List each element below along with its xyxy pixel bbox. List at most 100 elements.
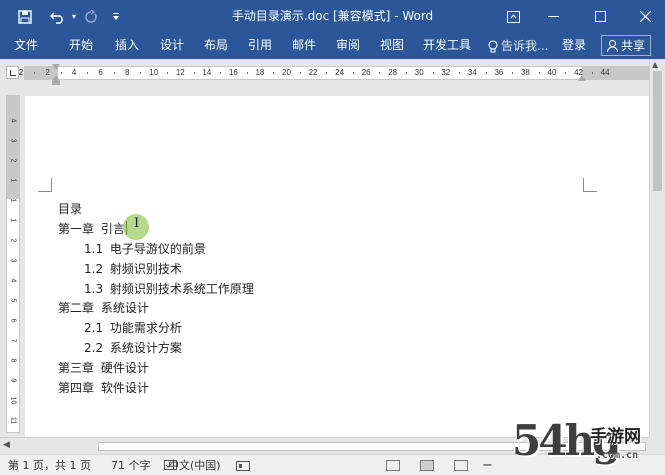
toc-entry-text: 引言 — [100, 222, 125, 236]
toc-entry[interactable]: 第三章 硬件设计 — [58, 359, 149, 376]
toc-entry-num: 1.3 — [84, 282, 104, 296]
ruler-tick-mark — [565, 72, 567, 74]
vertical-scroll-thumb[interactable] — [653, 71, 662, 191]
ruler-tick-label: 30 — [414, 68, 424, 77]
ruler-tick-label: 11 — [9, 416, 17, 425]
scroll-up-icon[interactable]: ▲ — [652, 60, 658, 69]
right-indent-marker[interactable] — [578, 75, 586, 81]
ruler-tick-label: 2 — [9, 238, 17, 243]
toc-title[interactable]: 目录 — [58, 200, 82, 217]
ruler-tick-label: 32 — [441, 68, 451, 77]
print-layout-icon[interactable] — [420, 460, 434, 471]
toc-entry[interactable]: 1.1 电子导游仪的前景 — [84, 240, 206, 257]
share-button[interactable]: 共享 — [600, 35, 651, 56]
ruler-tick-label: 9 — [9, 378, 17, 383]
tab-review[interactable]: 审阅 — [336, 33, 360, 59]
toc-entry[interactable]: 第四章 软件设计 — [58, 379, 149, 396]
ruler-tick-label: 10 — [9, 396, 17, 405]
ruler-tick-label: 44 — [600, 68, 610, 77]
ruler-tick-mark — [512, 72, 514, 74]
ribbon-display-options-icon[interactable] — [493, 0, 533, 33]
ruler-tick-label: 8 — [9, 358, 17, 363]
toc-entry-num: 第三章 — [58, 361, 95, 375]
macro-record-button[interactable] — [236, 455, 250, 475]
ruler-tick-label: 6 — [9, 318, 17, 323]
toc-entry[interactable]: 1.2 射频识别技术 — [84, 260, 182, 277]
ruler-tick-label: 2 — [9, 158, 17, 163]
toc-entry[interactable]: 1.3 射频识别技术系统工作原理 — [84, 280, 254, 297]
tell-me-box[interactable]: 告诉我... — [488, 33, 548, 59]
ruler-tick-label: 1 — [9, 218, 17, 223]
watermark-site-name: 手游网 — [590, 427, 641, 447]
ruler-tick-label: 22 — [308, 68, 318, 77]
ruler-tick-mark — [193, 72, 195, 74]
title-bar: ▾ 手动目录演示.doc [兼容模式] - Word — [0, 0, 665, 33]
undo-icon[interactable] — [46, 0, 70, 33]
ruler-tick-mark — [591, 72, 593, 74]
tab-layout[interactable]: 布局 — [204, 33, 228, 59]
ruler-tick-label: 28 — [388, 68, 398, 77]
undo-dropdown-icon[interactable]: ▾ — [69, 0, 79, 33]
tab-mailings[interactable]: 邮件 — [292, 33, 316, 59]
ruler-tick-label: 36 — [494, 68, 504, 77]
tab-developer[interactable]: 开发工具 — [423, 33, 471, 59]
left-indent-marker[interactable] — [52, 81, 60, 85]
ruler-tick-label: 2 — [18, 68, 24, 77]
ruler-tick-label: 1 — [9, 178, 17, 183]
document-area[interactable]: 目录 第一章 引言 1.1 电子导游仪的前景 1.2 射频识别技术 1.3 射频… — [22, 89, 649, 437]
signin-link[interactable]: 登录 — [562, 33, 586, 59]
tab-design[interactable]: 设计 — [160, 33, 184, 59]
toc-entry-num: 第四章 — [58, 381, 95, 395]
toc-entry[interactable]: 第一章 引言 — [58, 220, 127, 237]
customize-qat-icon[interactable] — [108, 0, 124, 33]
toc-entry-text: 硬件设计 — [100, 361, 149, 375]
redo-icon[interactable] — [80, 0, 102, 33]
page-count[interactable]: 第 1 页，共 1 页 — [8, 455, 91, 475]
document-page[interactable]: 目录 第一章 引言 1.1 电子导游仪的前景 1.2 射频识别技术 1.3 射频… — [25, 96, 649, 437]
close-icon[interactable] — [625, 0, 665, 33]
toc-entry-text: 系统设计 — [100, 301, 149, 315]
ruler-tick-label: 6 — [98, 68, 103, 77]
tab-file[interactable]: 文件 — [14, 33, 38, 59]
ruler-tick-label: 8 — [124, 68, 130, 77]
ruler-tick-label: 4 — [71, 68, 77, 77]
ruler-tick-mark — [326, 72, 328, 74]
ruler-tick-label: 4 — [9, 118, 17, 123]
margin-corner-left — [38, 178, 52, 192]
maximize-icon[interactable] — [580, 0, 620, 33]
word-count[interactable]: 71 个字 — [111, 455, 151, 475]
toc-entry-text: 电子导游仪的前景 — [109, 242, 206, 256]
toc-entry-text: 射频识别技术系统工作原理 — [109, 282, 254, 296]
save-icon[interactable] — [14, 0, 36, 33]
tab-home[interactable]: 开始 — [69, 33, 93, 59]
tab-insert[interactable]: 插入 — [115, 33, 139, 59]
ruler-tick-label: 18 — [255, 68, 265, 77]
web-layout-icon[interactable] — [454, 460, 468, 471]
horizontal-ruler[interactable]: 2 2 4 6 8 10 12 14 16 18 20 22 24 26 28 30 32 34 36 38 40 42 4… — [0, 59, 665, 89]
ruler-tick-mark — [246, 72, 248, 74]
lightbulb-icon — [488, 39, 498, 52]
ribbon-tabs: 文件 开始 插入 设计 布局 引用 邮件 审阅 视图 开发工具 告诉我... 登… — [0, 33, 665, 59]
macro-icon — [236, 460, 250, 471]
ruler-tick-label: 20 — [282, 68, 291, 77]
vertical-ruler[interactable]: 43211123456789101112 — [0, 89, 22, 444]
ruler-tick-mark — [379, 72, 381, 74]
first-line-indent-marker[interactable] — [52, 64, 60, 70]
toc-entry[interactable]: 2.1 功能需求分析 — [84, 319, 182, 336]
language-indicator[interactable]: 中文(中国) — [168, 455, 221, 475]
ruler-tick-mark — [140, 72, 142, 74]
vertical-scrollbar[interactable]: ▲ — [649, 59, 665, 437]
tab-view[interactable]: 视图 — [380, 33, 404, 59]
zoom-out-icon[interactable]: − — [482, 455, 493, 475]
toc-entry-num: 1.1 — [84, 242, 104, 256]
toc-entry[interactable]: 2.2 系统设计方案 — [84, 339, 182, 356]
minimize-icon[interactable] — [533, 0, 573, 33]
toc-entry[interactable]: 第二章 系统设计 — [58, 299, 149, 316]
ruler-tick-label: 16 — [228, 68, 238, 77]
ruler-tick-mark — [34, 72, 36, 74]
share-label: 共享 — [620, 39, 645, 53]
read-mode-icon[interactable] — [386, 460, 400, 471]
scroll-left-icon[interactable]: ◀ — [3, 440, 10, 450]
ruler-tick-label: 38 — [520, 68, 530, 77]
tab-references[interactable]: 引用 — [248, 33, 272, 59]
